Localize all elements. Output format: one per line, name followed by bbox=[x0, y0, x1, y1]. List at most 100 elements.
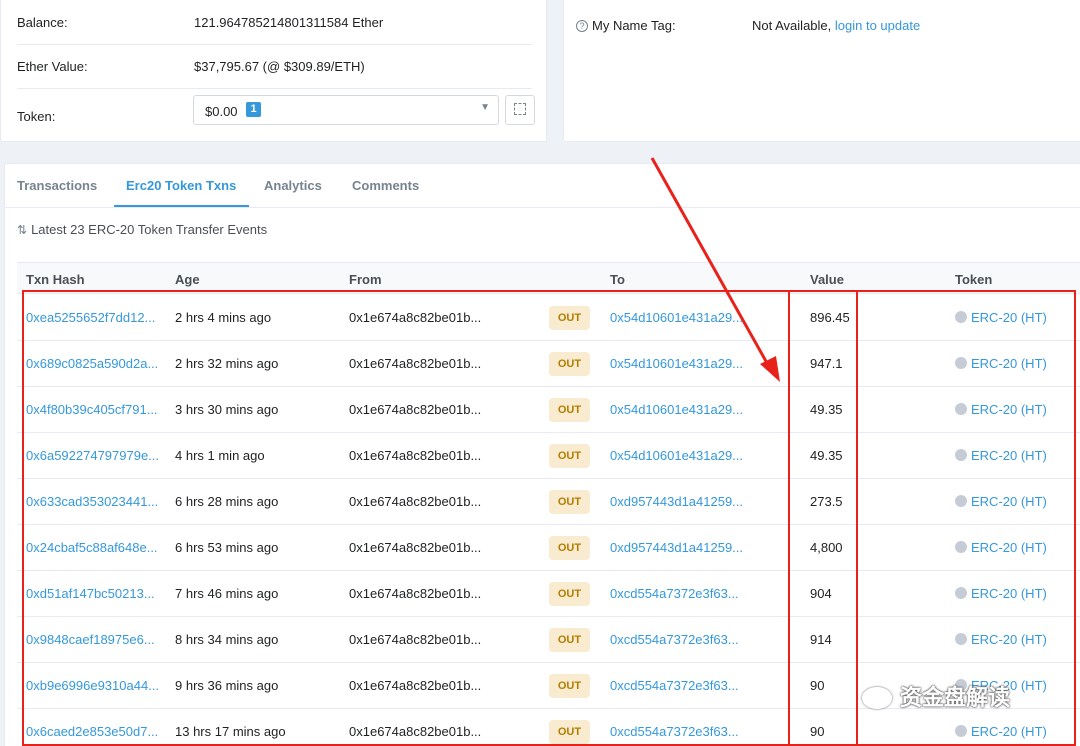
txn-hash-link[interactable]: 0x6caed2e853e50d7... bbox=[26, 724, 158, 739]
from-address: 0x1e674a8c82be01b... bbox=[349, 586, 482, 601]
txn-hash-link[interactable]: 0xb9e6996e9310a44... bbox=[26, 678, 159, 693]
txn-hash-link[interactable]: 0xea5255652f7dd12... bbox=[26, 310, 155, 325]
from-address: 0x1e674a8c82be01b... bbox=[349, 356, 482, 371]
token-link[interactable]: ERC-20 (HT) bbox=[955, 494, 1047, 509]
col-value: Value bbox=[810, 272, 844, 287]
annotation-arrow-icon bbox=[650, 157, 780, 382]
txn-hash-link[interactable]: 0x24cbaf5c88af648e... bbox=[26, 540, 158, 555]
token-name: ERC-20 (HT) bbox=[971, 494, 1047, 509]
token-link[interactable]: ERC-20 (HT) bbox=[955, 632, 1047, 647]
direction-badge: OUT bbox=[549, 536, 590, 560]
watermark-text: 资金盘解读 bbox=[900, 685, 1011, 710]
direction-badge: OUT bbox=[549, 674, 590, 698]
token-link[interactable]: ERC-20 (HT) bbox=[955, 586, 1047, 601]
from-address: 0x1e674a8c82be01b... bbox=[349, 402, 482, 417]
age-cell: 4 hrs 1 min ago bbox=[175, 448, 265, 463]
to-address-link[interactable]: 0x54d10601e431a29... bbox=[610, 402, 743, 417]
value-cell: 90 bbox=[810, 678, 825, 693]
tab-analytics[interactable]: Analytics bbox=[264, 178, 322, 193]
token-icon bbox=[955, 403, 967, 415]
tab-bar: Transactions Erc20 Token Txns Analytics … bbox=[5, 164, 1080, 208]
balance-label: Balance: bbox=[17, 15, 68, 30]
chevron-down-icon: ▼ bbox=[480, 102, 490, 113]
token-name: ERC-20 (HT) bbox=[971, 402, 1047, 417]
events-title-text: Latest 23 ERC-20 Token Transfer Events bbox=[31, 222, 268, 237]
token-link[interactable]: ERC-20 (HT) bbox=[955, 402, 1047, 417]
name-tag-label-wrap: ? My Name Tag: bbox=[576, 18, 676, 33]
ether-value-label: Ether Value: bbox=[17, 59, 88, 74]
to-address-link[interactable]: 0x54d10601e431a29... bbox=[610, 448, 743, 463]
token-name: ERC-20 (HT) bbox=[971, 724, 1047, 739]
txn-hash-link[interactable]: 0x9848caef18975e6... bbox=[26, 632, 155, 647]
token-link[interactable]: ERC-20 (HT) bbox=[955, 724, 1047, 739]
age-cell: 7 hrs 46 mins ago bbox=[175, 586, 279, 601]
txn-hash-link[interactable]: 0x689c0825a590d2a... bbox=[26, 356, 158, 371]
table-row: 0x9848caef18975e6... 8 hrs 34 mins ago 0x1… bbox=[17, 617, 1080, 663]
token-link[interactable]: ERC-20 (HT) bbox=[955, 356, 1047, 371]
to-address-link[interactable]: 0xcd554a7372e3f63... bbox=[610, 586, 739, 601]
expand-button[interactable] bbox=[505, 95, 535, 125]
txn-hash-link[interactable]: 0xd51af147bc50213... bbox=[26, 586, 155, 601]
value-cell: 896.45 bbox=[810, 310, 850, 325]
token-icon bbox=[955, 357, 967, 369]
token-icon bbox=[955, 311, 967, 323]
overview-card: Balance: 121.964785214801311584 Ether Et… bbox=[0, 0, 547, 142]
txn-hash-link[interactable]: 0x4f80b39c405cf791... bbox=[26, 402, 158, 417]
token-name: ERC-20 (HT) bbox=[971, 356, 1047, 371]
tab-erc20-token-txns[interactable]: Erc20 Token Txns bbox=[126, 178, 236, 193]
age-cell: 3 hrs 30 mins ago bbox=[175, 402, 279, 417]
to-address-link[interactable]: 0xcd554a7372e3f63... bbox=[610, 678, 739, 693]
token-count-badge: 1 bbox=[246, 102, 261, 117]
name-tag-label: My Name Tag: bbox=[592, 18, 676, 33]
token-name: ERC-20 (HT) bbox=[971, 586, 1047, 601]
more-info-card: ? My Name Tag: Not Available, login to up… bbox=[563, 0, 1080, 142]
from-address: 0x1e674a8c82be01b... bbox=[349, 540, 482, 555]
to-address-link[interactable]: 0xd957443d1a41259... bbox=[610, 540, 743, 555]
table-row: 0x689c0825a590d2a... 2 hrs 32 mins ago 0x1… bbox=[17, 341, 1080, 387]
col-token: Token bbox=[955, 272, 993, 287]
token-icon bbox=[955, 495, 967, 507]
to-address-link[interactable]: 0xcd554a7372e3f63... bbox=[610, 632, 739, 647]
from-address: 0x1e674a8c82be01b... bbox=[349, 724, 482, 739]
table-row: 0xea5255652f7dd12... 2 hrs 4 mins ago 0x1e… bbox=[17, 295, 1080, 341]
to-address-link[interactable]: 0xd957443d1a41259... bbox=[610, 494, 743, 509]
table-row: 0x6caed2e853e50d7... 13 hrs 17 mins ago 0x… bbox=[17, 709, 1080, 746]
token-dropdown[interactable]: $0.00 1 ▼ bbox=[193, 95, 499, 125]
balance-row: Balance: 121.964785214801311584 Ether bbox=[17, 1, 532, 45]
tab-comments[interactable]: Comments bbox=[352, 178, 419, 193]
txn-hash-link[interactable]: 0x6a592274797979e... bbox=[26, 448, 159, 463]
value-cell: 947.1 bbox=[810, 356, 843, 371]
active-tab-indicator bbox=[114, 205, 249, 207]
expand-icon bbox=[514, 103, 526, 115]
token-row: Token: $0.00 1 ▼ bbox=[17, 89, 535, 139]
table-row: 0x24cbaf5c88af648e... 6 hrs 53 mins ago 0x… bbox=[17, 525, 1080, 571]
col-to: To bbox=[610, 272, 625, 287]
token-link[interactable]: ERC-20 (HT) bbox=[955, 540, 1047, 555]
col-from: From bbox=[349, 272, 382, 287]
txn-hash-link[interactable]: 0x633cad353023441... bbox=[26, 494, 158, 509]
col-age: Age bbox=[175, 272, 200, 287]
direction-badge: OUT bbox=[549, 306, 590, 330]
token-name: ERC-20 (HT) bbox=[971, 448, 1047, 463]
table-header: Txn Hash Age From To Value Token bbox=[17, 262, 1080, 294]
age-cell: 2 hrs 4 mins ago bbox=[175, 310, 272, 325]
name-tag-value-wrap: Not Available, login to update bbox=[752, 18, 920, 33]
tab-transactions[interactable]: Transactions bbox=[17, 178, 97, 193]
from-address: 0x1e674a8c82be01b... bbox=[349, 632, 482, 647]
age-cell: 13 hrs 17 mins ago bbox=[175, 724, 286, 739]
direction-badge: OUT bbox=[549, 582, 590, 606]
value-cell: 914 bbox=[810, 632, 832, 647]
direction-badge: OUT bbox=[549, 490, 590, 514]
help-icon: ? bbox=[576, 20, 588, 32]
token-link[interactable]: ERC-20 (HT) bbox=[955, 310, 1047, 325]
login-link[interactable]: login to update bbox=[835, 18, 920, 33]
token-link[interactable]: ERC-20 (HT) bbox=[955, 448, 1047, 463]
ether-value-row: Ether Value: $37,795.67 (@ $309.89/ETH) bbox=[17, 45, 532, 89]
direction-badge: OUT bbox=[549, 444, 590, 468]
token-label: Token: bbox=[17, 109, 56, 124]
token-icon bbox=[955, 449, 967, 461]
to-address-link[interactable]: 0xcd554a7372e3f63... bbox=[610, 724, 739, 739]
from-address: 0x1e674a8c82be01b... bbox=[349, 310, 482, 325]
value-cell: 49.35 bbox=[810, 402, 843, 417]
events-title: ⇅ Latest 23 ERC-20 Token Transfer Events bbox=[17, 222, 267, 237]
